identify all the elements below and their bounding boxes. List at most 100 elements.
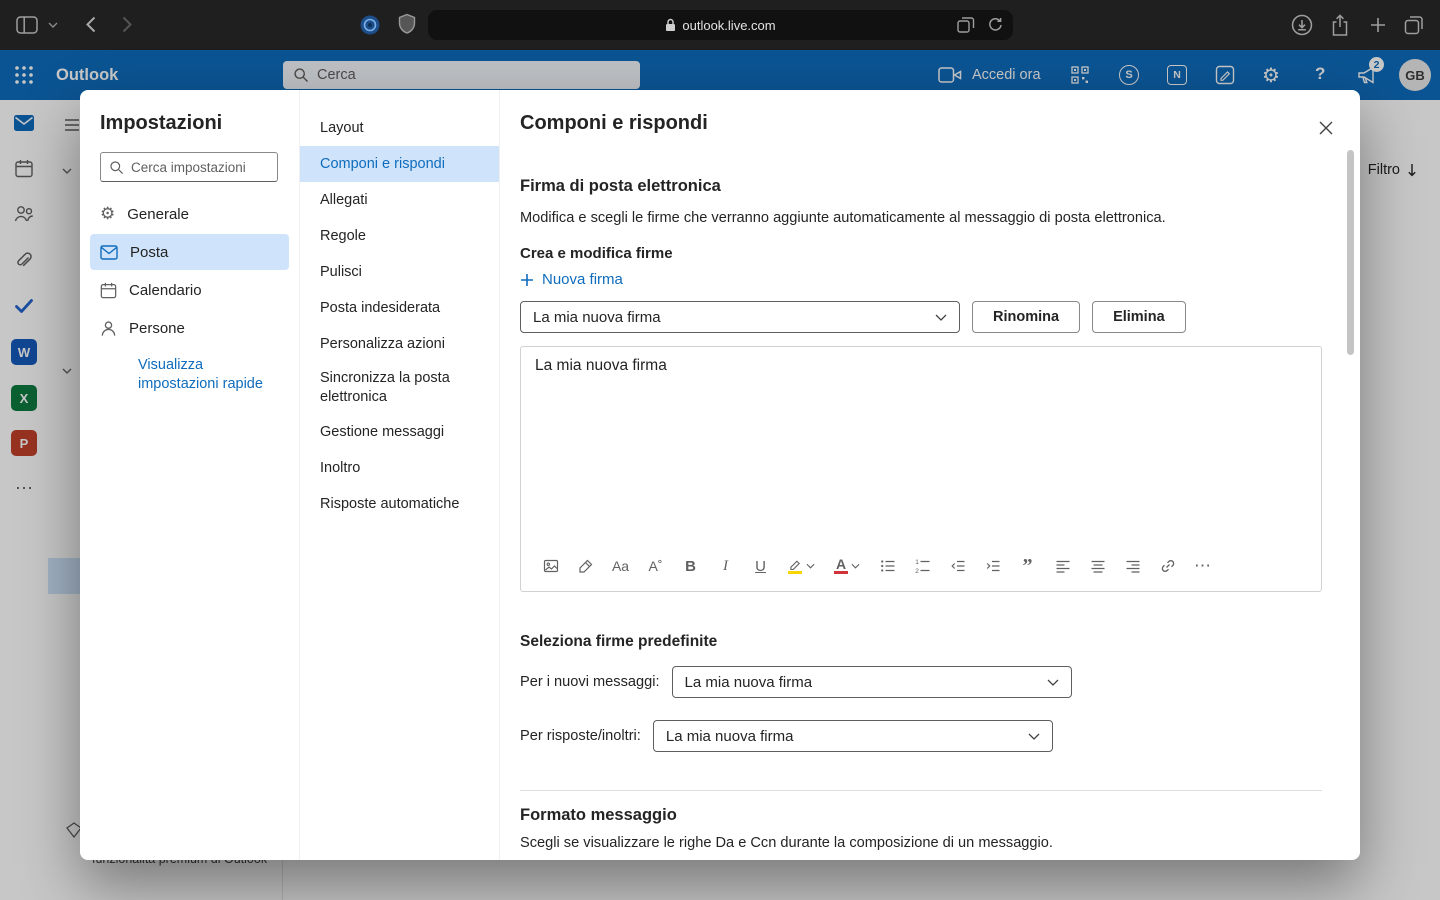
quote-button[interactable]: ”: [1010, 551, 1045, 581]
lock-icon: [665, 18, 676, 32]
close-button[interactable]: [1314, 116, 1338, 140]
settings-search-input[interactable]: [131, 160, 269, 175]
format-painter-button[interactable]: [568, 551, 603, 581]
scrollbar-thumb[interactable]: [1347, 150, 1354, 355]
more-formatting-button[interactable]: ⋯: [1185, 551, 1220, 581]
insert-link-button[interactable]: [1150, 551, 1185, 581]
section-inoltro[interactable]: Inoltro: [300, 450, 499, 486]
replies-label: Per risposte/inoltri:: [520, 728, 641, 744]
signature-editor[interactable]: La mia nuova firma: [520, 346, 1322, 592]
numbered-list-button[interactable]: 1 2: [905, 551, 940, 581]
new-messages-row: Per i nuovi messaggi: La mia nuova firma: [520, 666, 1072, 698]
settings-section-list: Layout Componi e rispondi Allegati Regol…: [300, 90, 500, 860]
chevron-down-icon: [806, 563, 815, 569]
numbered-list-icon: 1 2: [915, 558, 931, 574]
category-label: Persone: [129, 320, 185, 337]
category-calendario[interactable]: Calendario: [90, 272, 289, 308]
reload-button[interactable]: [987, 17, 1003, 33]
settings-search[interactable]: [100, 152, 278, 182]
signature-editor-text: La mia nuova firma: [535, 357, 667, 375]
section-risposte-automatiche[interactable]: Risposte automatiche: [300, 486, 499, 522]
section-sincronizza[interactable]: Sincronizza la posta elettronica: [300, 362, 499, 414]
plus-icon: [520, 273, 534, 287]
back-button[interactable]: [86, 16, 96, 33]
page-preview-button[interactable]: [957, 17, 975, 33]
section-personalizza-azioni[interactable]: Personalizza azioni: [300, 326, 499, 362]
tab-overview-button[interactable]: [1404, 15, 1424, 35]
sidebar-menu-chevron[interactable]: [48, 22, 58, 28]
section-regole[interactable]: Regole: [300, 218, 499, 254]
signature-select-value: La mia nuova firma: [533, 309, 661, 326]
new-messages-select[interactable]: La mia nuova firma: [672, 666, 1072, 698]
shield-extension-button[interactable]: [398, 13, 416, 36]
page-preview-icon: [957, 17, 975, 33]
forward-icon: [122, 16, 132, 33]
align-left-icon: [1055, 558, 1071, 574]
svg-text:1: 1: [915, 559, 919, 566]
section-pulisci[interactable]: Pulisci: [300, 254, 499, 290]
new-signature-button[interactable]: Nuova firma: [520, 271, 623, 288]
highlight-color-bar: [788, 571, 802, 574]
indent-icon: [985, 558, 1001, 574]
italic-button[interactable]: I: [708, 551, 743, 581]
person-icon: [100, 320, 117, 337]
category-persone[interactable]: Persone: [90, 310, 289, 346]
bold-button[interactable]: B: [673, 551, 708, 581]
section-layout[interactable]: Layout: [300, 110, 499, 146]
search-icon: [109, 160, 124, 175]
sidebar-toggle-button[interactable]: [16, 16, 38, 34]
category-label: Calendario: [129, 282, 202, 299]
extension-button[interactable]: [359, 14, 381, 36]
font-name-button[interactable]: Aa: [603, 551, 638, 581]
create-signatures-heading: Crea e modifica firme: [520, 245, 673, 262]
section-allegati[interactable]: Allegati: [300, 182, 499, 218]
category-posta[interactable]: Posta: [90, 234, 289, 270]
delete-button[interactable]: Elimina: [1092, 301, 1186, 333]
font-size-button[interactable]: A˚: [638, 551, 673, 581]
section-componi-e-rispondi[interactable]: Componi e rispondi: [300, 146, 499, 182]
section-posta-indesiderata[interactable]: Posta indesiderata: [300, 290, 499, 326]
close-icon: [1319, 121, 1333, 135]
settings-content: Componi e rispondi Firma di posta elettr…: [500, 90, 1360, 860]
rename-button[interactable]: Rinomina: [972, 301, 1080, 333]
signature-select[interactable]: La mia nuova firma: [520, 301, 960, 333]
replies-value: La mia nuova firma: [666, 728, 794, 745]
chevron-down-icon: [935, 314, 947, 321]
downloads-button[interactable]: [1291, 14, 1313, 36]
back-icon: [86, 16, 96, 33]
align-center-button[interactable]: [1080, 551, 1115, 581]
bullet-list-button[interactable]: [870, 551, 905, 581]
share-button[interactable]: [1330, 13, 1350, 37]
highlight-button[interactable]: [778, 551, 824, 581]
category-generale[interactable]: ⚙ Generale: [90, 196, 289, 232]
blue-circle-extension-icon: [359, 14, 381, 36]
forward-button[interactable]: [122, 16, 132, 33]
replies-select[interactable]: La mia nuova firma: [653, 720, 1053, 752]
signature-selector-row: La mia nuova firma Rinomina Elimina: [520, 301, 1186, 333]
tab-overview-icon: [1404, 15, 1424, 35]
share-icon: [1330, 13, 1350, 37]
replies-row: Per risposte/inoltri: La mia nuova firma: [520, 720, 1053, 752]
section-gestione-messaggi[interactable]: Gestione messaggi: [300, 414, 499, 450]
align-right-button[interactable]: [1115, 551, 1150, 581]
highlighter-icon: [788, 558, 803, 570]
settings-nav-panel: Impostazioni ⚙ Generale: [80, 90, 300, 860]
indent-button[interactable]: [975, 551, 1010, 581]
category-label: Generale: [127, 206, 189, 223]
new-tab-button[interactable]: [1368, 15, 1388, 35]
quick-settings-link[interactable]: Visualizza impostazioni rapide: [138, 356, 273, 394]
chevron-down-icon: [1028, 733, 1040, 740]
content-title: Componi e rispondi: [520, 112, 708, 135]
mail-icon: [100, 245, 118, 260]
screen: outlook.live.com: [0, 0, 1440, 900]
outlook-app: Outlook Accedi ora: [0, 50, 1440, 900]
underline-button[interactable]: U: [743, 551, 778, 581]
settings-title: Impostazioni: [100, 112, 222, 135]
align-left-button[interactable]: [1045, 551, 1080, 581]
outdent-button[interactable]: [940, 551, 975, 581]
address-bar[interactable]: outlook.live.com: [428, 10, 1013, 40]
signature-heading: Firma di posta elettronica: [520, 177, 721, 196]
insert-image-button[interactable]: [533, 551, 568, 581]
font-color-button[interactable]: A: [824, 551, 870, 581]
format-painter-icon: [578, 558, 594, 574]
